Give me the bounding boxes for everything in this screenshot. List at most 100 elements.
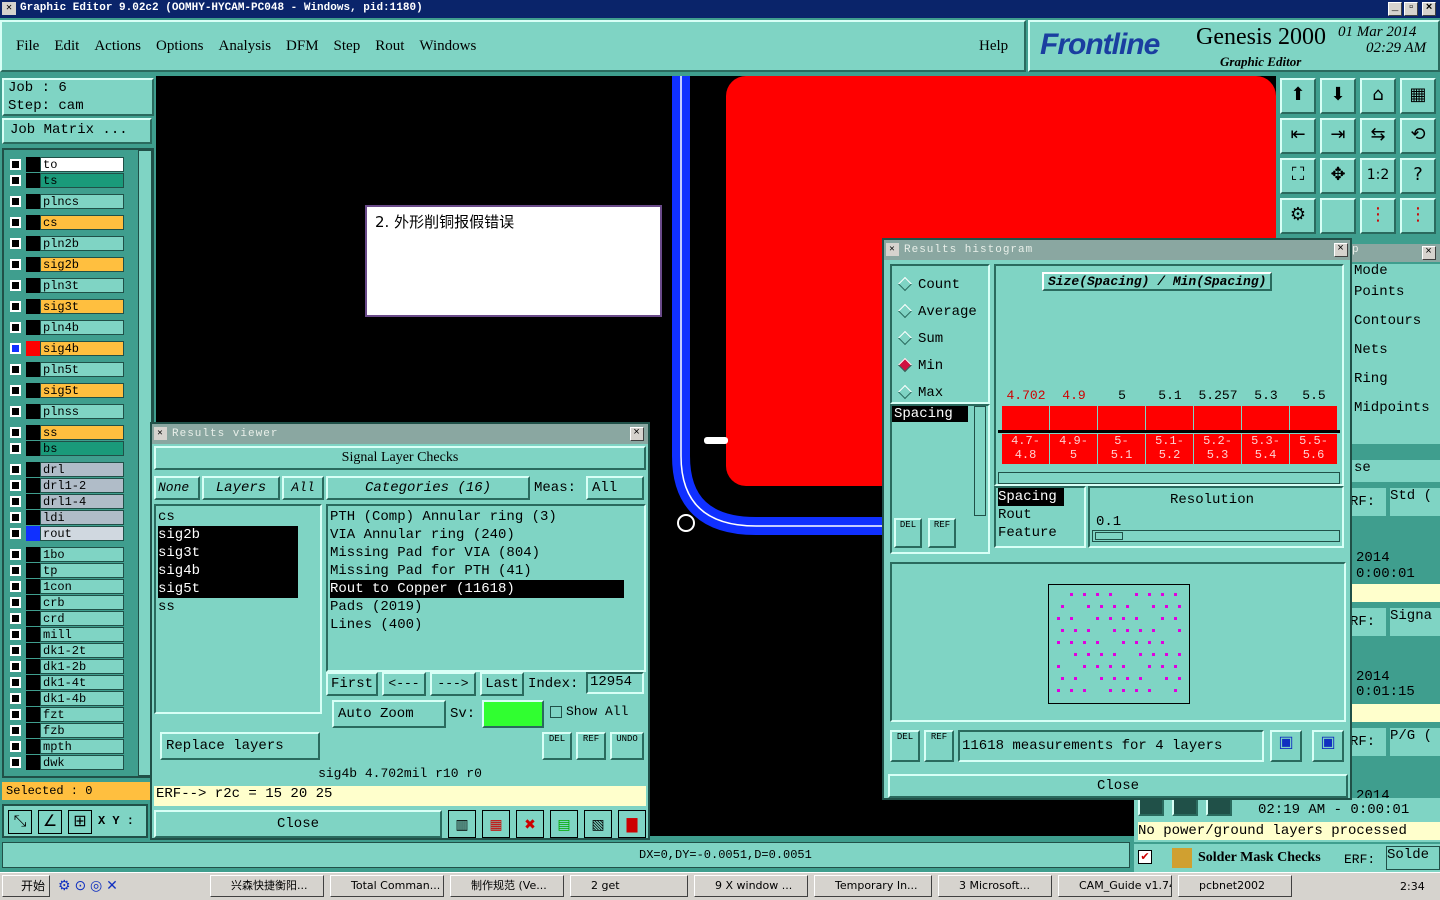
tool-rotate-icon[interactable]: ⟲ <box>1400 118 1436 154</box>
next-button[interactable]: ---> <box>430 672 476 696</box>
viewer-close-x[interactable]: × <box>630 427 644 441</box>
tool-net-icon[interactable]: ⋮ <box>1360 198 1396 234</box>
layer-checkbox[interactable] <box>10 581 21 592</box>
tool-blank-icon[interactable] <box>1320 198 1356 234</box>
side-pg[interactable]: P/G ( <box>1390 728 1440 756</box>
hist-del-button-top[interactable]: DEL <box>894 518 922 548</box>
viewer-chart-icon[interactable]: ▇ <box>618 810 646 838</box>
layer-checkbox[interactable] <box>10 406 21 417</box>
hist-bar[interactable] <box>1002 406 1050 430</box>
layer-checkbox[interactable] <box>10 565 21 576</box>
layer-checkbox[interactable] <box>10 757 21 768</box>
side-close-button[interactable]: × <box>1422 246 1436 260</box>
layer-row[interactable]: sig4b <box>6 341 124 356</box>
layer-checkbox[interactable] <box>10 741 21 752</box>
taskbar-item[interactable]: 兴森快捷衡阳... <box>210 875 324 897</box>
layer-checkbox[interactable] <box>10 629 21 640</box>
hist-bar[interactable] <box>1194 406 1242 430</box>
taskbar-item[interactable]: Temporary In... <box>814 875 932 897</box>
solder-check-icon[interactable]: ✔ <box>1138 850 1152 864</box>
tool-settings-icon[interactable]: ⚙ <box>1280 198 1316 234</box>
side-mode-item[interactable]: Midpoints <box>1354 394 1440 423</box>
hist-bar[interactable] <box>1290 406 1338 430</box>
layer-row[interactable]: sig3t <box>6 299 124 314</box>
hist-bar[interactable] <box>1146 406 1194 430</box>
preview-thumbnail[interactable] <box>1048 584 1190 704</box>
radio-sum[interactable]: Sum <box>897 326 988 353</box>
layer-row[interactable]: dk1-2b <box>6 659 124 674</box>
first-button[interactable]: First <box>326 672 378 696</box>
auto-zoom-dropdown[interactable]: Auto Zoom <box>332 700 446 728</box>
layer-row[interactable]: cs <box>6 215 124 230</box>
side-mode-item[interactable]: Ring <box>1354 365 1440 394</box>
layer-checkbox[interactable] <box>10 385 21 396</box>
layer-checkbox[interactable] <box>10 709 21 720</box>
layer-row[interactable]: crb <box>6 595 124 610</box>
histogram-close-button[interactable]: Close <box>888 774 1348 798</box>
viewer-tool-icon-3[interactable]: ✖ <box>516 810 544 838</box>
hist-export-icon[interactable]: ▣ <box>1270 730 1302 762</box>
resolution-slider[interactable] <box>1092 530 1340 542</box>
histogram-close-x[interactable]: × <box>1334 243 1348 257</box>
result-layer-item[interactable]: sig5t <box>158 580 298 598</box>
tool-grid-icon[interactable]: ▦ <box>1400 78 1436 114</box>
layer-row[interactable]: ss <box>6 425 124 440</box>
hist-ref-button[interactable]: REF <box>924 730 954 762</box>
layer-row[interactable]: mill <box>6 627 124 642</box>
layer-checkbox[interactable] <box>10 480 21 491</box>
tool-help-icon[interactable]: ? <box>1400 158 1436 194</box>
layer-row[interactable]: dwk <box>6 755 124 770</box>
viewer-ref-button[interactable]: REF <box>576 732 606 760</box>
menu-actions[interactable]: Actions <box>94 38 141 55</box>
hist-del-button[interactable]: DEL <box>890 730 920 762</box>
hist-window-icon[interactable]: ▣ <box>1312 730 1344 762</box>
show-all-checkbox[interactable] <box>550 706 562 718</box>
tool-center-icon[interactable]: ✥ <box>1320 158 1356 194</box>
layer-row[interactable]: pln3t <box>6 278 124 293</box>
spacing-scroll[interactable] <box>974 406 986 516</box>
layer-row[interactable]: rout <box>6 526 124 541</box>
side-mode-item[interactable]: Points <box>1354 278 1440 307</box>
result-layer-item[interactable]: ss <box>158 598 318 616</box>
category-item[interactable]: VIA Annular ring (240) <box>330 526 642 544</box>
layer-row[interactable]: to <box>6 157 124 172</box>
layer-checkbox[interactable] <box>10 512 21 523</box>
layer-checkbox[interactable] <box>10 301 21 312</box>
layer-checkbox[interactable] <box>10 259 21 270</box>
layer-checkbox[interactable] <box>10 238 21 249</box>
hist-bar[interactable] <box>1242 406 1290 430</box>
layer-checkbox[interactable] <box>10 597 21 608</box>
menu-step[interactable]: Step <box>334 38 361 55</box>
tool-up-icon[interactable]: ⬆ <box>1280 78 1316 114</box>
layer-row[interactable]: fzt <box>6 707 124 722</box>
category-item[interactable]: PTH (Comp) Annular ring (3) <box>330 508 642 526</box>
quicklaunch-icons[interactable]: ⚙ ⊙ ◎ ✕ <box>58 877 118 894</box>
layers-none-button[interactable]: None <box>154 476 200 500</box>
radio-max[interactable]: Max <box>897 380 988 407</box>
layer-row[interactable]: ts <box>6 173 124 188</box>
layer-checkbox[interactable] <box>10 613 21 624</box>
tool-down-icon[interactable]: ⬇ <box>1320 78 1356 114</box>
layer-checkbox[interactable] <box>10 427 21 438</box>
snap-tool-icon[interactable]: ⊞ <box>68 810 92 834</box>
last-button[interactable]: Last <box>480 672 524 696</box>
side-mode-item[interactable]: Nets <box>1354 336 1440 365</box>
layer-row[interactable]: crd <box>6 611 124 626</box>
taskbar-item[interactable]: Total Comman... <box>330 875 444 897</box>
hist-ref-button-top[interactable]: REF <box>928 518 956 548</box>
layer-row[interactable]: 1con <box>6 579 124 594</box>
layer-checkbox[interactable] <box>10 464 21 475</box>
layers-button[interactable]: Layers <box>202 476 280 500</box>
layer-row[interactable]: pln5t <box>6 362 124 377</box>
layer-row[interactable]: plncs <box>6 194 124 209</box>
layer-row[interactable]: tp <box>6 563 124 578</box>
layer-row[interactable]: pln4b <box>6 320 124 335</box>
layer-row[interactable]: drl <box>6 462 124 477</box>
attr-rout[interactable]: Rout <box>998 506 1084 524</box>
start-button[interactable]: 开始 <box>2 875 50 897</box>
menu-windows[interactable]: Windows <box>419 38 476 55</box>
layer-checkbox[interactable] <box>10 343 21 354</box>
spacing-selected-item[interactable]: Spacing <box>892 406 968 422</box>
hist-bar[interactable] <box>1098 406 1146 430</box>
layer-row[interactable]: sig2b <box>6 257 124 272</box>
